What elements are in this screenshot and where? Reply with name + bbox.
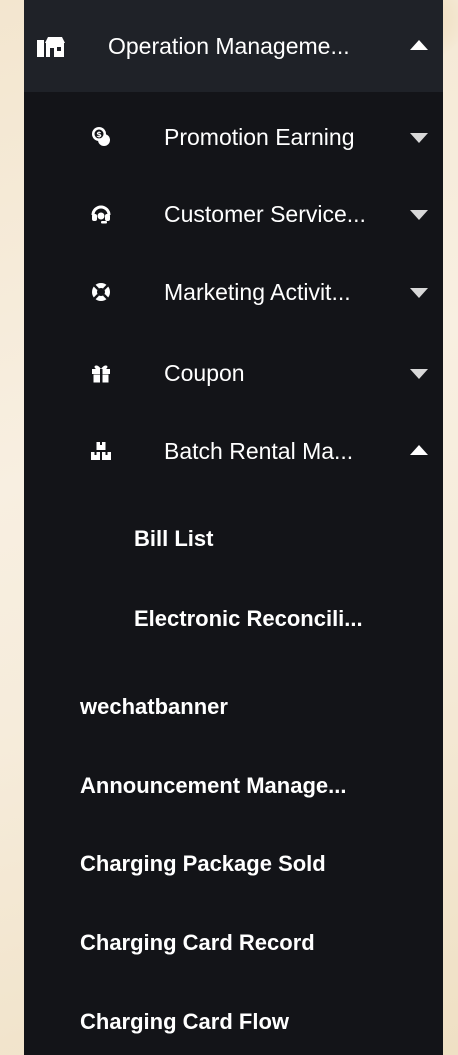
- svg-text:$: $: [96, 130, 102, 139]
- sidebar-menu: Operation Manageme... $ Promotion Earnin…: [24, 0, 443, 1055]
- menu-item-wechatbanner[interactable]: wechatbanner: [24, 677, 443, 737]
- gift-icon: [92, 365, 110, 383]
- menu-item-electronic-reconciliation[interactable]: Electronic Reconcili...: [24, 589, 443, 649]
- menu-item-bill-list-label: Bill List: [134, 526, 214, 551]
- menu-item-charging-card-flow[interactable]: Charging Card Flow: [24, 992, 443, 1052]
- menu-item-electronic-reconciliation-label: Electronic Reconcili...: [134, 606, 363, 631]
- lifebuoy-icon: [92, 283, 110, 301]
- chevron-up-icon: [410, 445, 428, 455]
- menu-item-charging-card-record-label: Charging Card Record: [80, 930, 315, 955]
- boxes-icon: [91, 442, 111, 460]
- menu-item-announcement-management[interactable]: Announcement Manage...: [24, 756, 443, 816]
- submenu-batch-rental[interactable]: Batch Rental Ma...: [24, 421, 443, 481]
- money-chat-icon: $: [92, 127, 110, 146]
- headset-icon: [91, 205, 111, 224]
- menu-operation-management[interactable]: Operation Manageme...: [24, 0, 443, 92]
- submenu-marketing-activities[interactable]: Marketing Activit...: [24, 262, 443, 322]
- menu-item-charging-card-record[interactable]: Charging Card Record: [24, 913, 443, 973]
- submenu-marketing-activities-label: Marketing Activit...: [164, 279, 351, 305]
- chevron-down-icon: [410, 210, 428, 220]
- submenu-batch-rental-label: Batch Rental Ma...: [164, 438, 354, 464]
- menu-operation-management-label: Operation Manageme...: [108, 33, 350, 59]
- submenu-coupon[interactable]: Coupon: [24, 343, 443, 403]
- submenu-promotion-earning-label: Promotion Earning: [164, 124, 355, 150]
- menu-item-announcement-management-label: Announcement Manage...: [80, 773, 347, 798]
- chevron-down-icon: [410, 369, 428, 379]
- submenu-customer-service[interactable]: Customer Service...: [24, 184, 443, 244]
- menu-item-charging-package-sold[interactable]: Charging Package Sold: [24, 834, 443, 894]
- menu-item-charging-package-sold-label: Charging Package Sold: [80, 851, 326, 876]
- chevron-down-icon: [410, 288, 428, 298]
- storefront-icon: [37, 37, 65, 57]
- submenu-coupon-label: Coupon: [164, 360, 245, 386]
- submenu-promotion-earning[interactable]: $ Promotion Earning: [24, 107, 443, 167]
- menu-item-wechatbanner-label: wechatbanner: [80, 694, 228, 719]
- submenu-customer-service-label: Customer Service...: [164, 201, 366, 227]
- chevron-down-icon: [410, 133, 428, 143]
- chevron-up-icon: [410, 40, 428, 50]
- menu-item-bill-list[interactable]: Bill List: [24, 509, 443, 569]
- menu-item-charging-card-flow-label: Charging Card Flow: [80, 1009, 289, 1034]
